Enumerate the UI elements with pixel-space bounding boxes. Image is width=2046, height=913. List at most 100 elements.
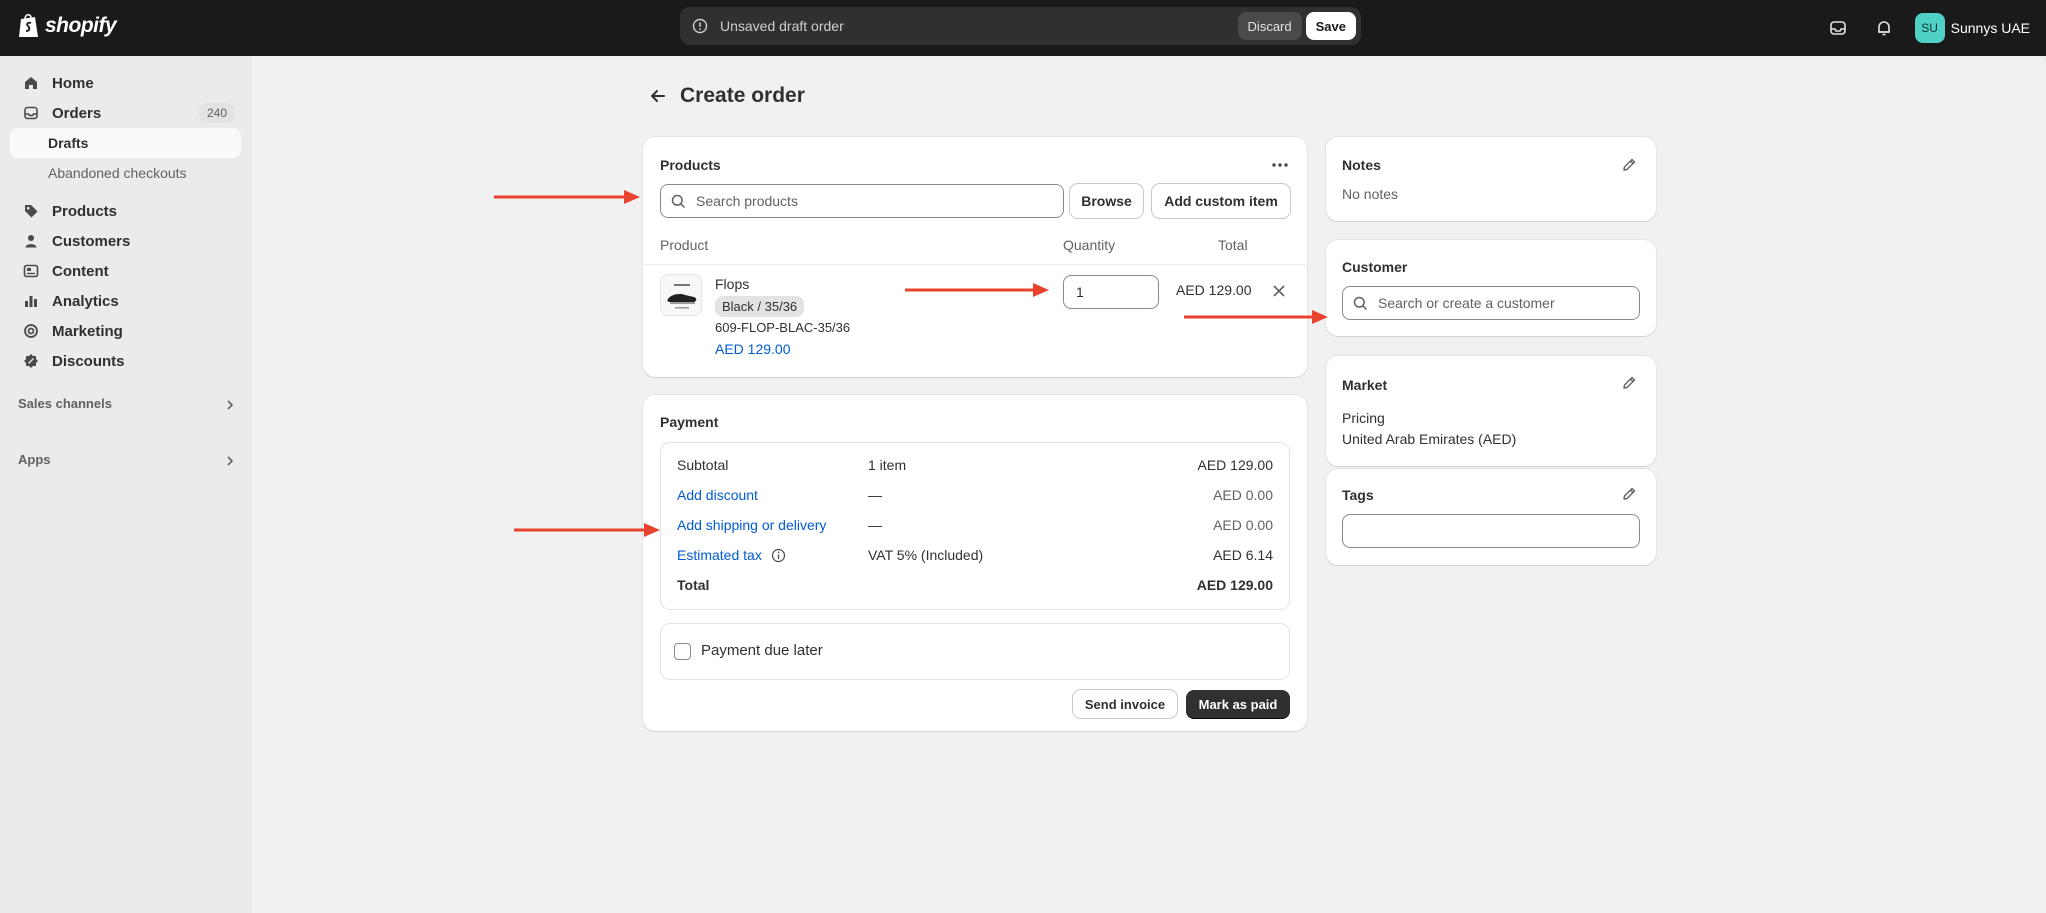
customer-card-title: Customer <box>1342 259 1408 275</box>
annotation-arrow-quantity <box>905 283 1049 297</box>
search-icon <box>1353 296 1368 310</box>
target-icon <box>22 322 40 340</box>
bell-icon[interactable] <box>1867 11 1901 45</box>
sidebar-item-marketing[interactable]: Marketing <box>10 316 241 346</box>
product-search-input[interactable]: Search products <box>660 184 1064 218</box>
discount-icon <box>22 352 40 370</box>
notes-card-title: Notes <box>1342 157 1381 173</box>
orders-count-badge: 240 <box>198 103 235 123</box>
info-icon[interactable] <box>771 548 786 563</box>
sidebar-item-label: Drafts <box>48 135 89 151</box>
close-icon[interactable] <box>1272 284 1286 298</box>
search-placeholder: Search or create a customer <box>1378 295 1555 311</box>
notes-card <box>1326 137 1656 221</box>
edit-tags-pencil-icon[interactable] <box>1621 486 1637 502</box>
sandal-image <box>667 284 697 309</box>
sidebar-item-label: Home <box>52 74 94 92</box>
bar-chart-icon <box>22 292 40 310</box>
sidebar-item-discounts[interactable]: Discounts <box>10 346 241 376</box>
sidebar-item-orders[interactable]: Orders 240 <box>10 98 241 128</box>
sidebar-item-label: Content <box>52 262 109 280</box>
inbox-tray-icon[interactable] <box>1821 11 1855 45</box>
quantity-input[interactable]: 1 <box>1063 275 1159 309</box>
payment-row-total: Total AED 129.00 <box>677 577 1273 597</box>
alert-circle-icon <box>692 18 708 34</box>
notes-value: No notes <box>1342 186 1399 202</box>
product-price-link[interactable]: AED 129.00 <box>715 341 791 357</box>
market-card-title: Market <box>1342 377 1388 393</box>
chevron-right-icon[interactable] <box>224 455 236 467</box>
payment-card-title: Payment <box>660 414 719 430</box>
sidebar-item-drafts[interactable]: Drafts <box>10 128 241 158</box>
sidebar-item-home[interactable]: Home <box>10 68 241 98</box>
apps-section[interactable]: Apps <box>18 452 51 467</box>
tag-icon <box>22 202 40 220</box>
mark-as-paid-button[interactable]: Mark as paid <box>1186 690 1290 718</box>
unsaved-changes-bar: Unsaved draft order Discard Save <box>680 7 1361 45</box>
avatar[interactable]: SU <box>1914 13 1945 43</box>
search-icon <box>671 194 686 208</box>
person-icon <box>22 232 40 250</box>
total-label: Total <box>677 577 710 593</box>
pricing-value: United Arab Emirates (AED) <box>1342 431 1517 447</box>
sidebar-item-analytics[interactable]: Analytics <box>10 286 241 316</box>
annotation-arrow-product-search <box>494 190 640 204</box>
sidebar-item-customers[interactable]: Customers <box>10 226 241 256</box>
variant-badge: Black / 35/36 <box>715 296 805 317</box>
sidebar-item-abandoned-checkouts[interactable]: Abandoned checkouts <box>10 158 241 188</box>
page-title: Create order <box>680 84 805 107</box>
save-button[interactable]: Save <box>1305 12 1356 40</box>
column-header-quantity: Quantity <box>1063 237 1116 253</box>
product-sku: 609-FLOP-BLAC-35/36 <box>715 320 851 335</box>
more-actions-icon[interactable] <box>1271 160 1289 170</box>
top-right-actions: SU Sunnys UAE <box>1821 11 2030 45</box>
shopify-logo[interactable]: shopify <box>18 13 117 39</box>
back-arrow-icon[interactable] <box>648 86 668 106</box>
column-header-product: Product <box>660 237 709 253</box>
discard-button[interactable]: Discard <box>1237 12 1302 40</box>
quantity-value: 1 <box>1076 284 1084 300</box>
edit-market-pencil-icon[interactable] <box>1621 375 1637 391</box>
annotation-arrow-customer <box>1184 310 1328 324</box>
page-heading: Create order <box>648 84 805 108</box>
sales-channels-section[interactable]: Sales channels <box>18 396 112 411</box>
sidebar-item-label: Customers <box>52 232 131 250</box>
sidebar-item-label: Analytics <box>52 292 119 310</box>
tags-card-title: Tags <box>1342 487 1374 503</box>
column-header-total: Total <box>1218 237 1248 253</box>
tags-input[interactable] <box>1342 514 1640 548</box>
store-name[interactable]: Sunnys UAE <box>1951 20 2030 36</box>
unsaved-message: Unsaved draft order <box>720 18 844 34</box>
send-invoice-button[interactable]: Send invoice <box>1073 690 1177 718</box>
inbox-icon <box>22 104 40 122</box>
estimated-tax-link[interactable]: Estimated tax <box>677 547 762 563</box>
tax-description: VAT 5% (Included) <box>868 547 984 563</box>
sidebar-item-label: Marketing <box>52 322 123 340</box>
top-bar: shopify Unsaved draft order Discard Save… <box>0 0 2046 56</box>
tax-amount: AED 6.14 <box>1213 547 1273 563</box>
products-card-title: Products <box>660 157 721 173</box>
sidebar-item-content[interactable]: Content <box>10 256 241 286</box>
discount-amount: AED 0.00 <box>1213 487 1273 503</box>
annotation-arrow-shipping <box>514 523 660 537</box>
payment-due-later-checkbox[interactable] <box>674 643 691 660</box>
edit-notes-pencil-icon[interactable] <box>1621 157 1637 173</box>
add-shipping-link[interactable]: Add shipping or delivery <box>677 517 826 533</box>
search-placeholder: Search products <box>696 193 798 209</box>
product-name: Flops <box>715 276 750 292</box>
sidebar-item-label: Discounts <box>52 352 125 370</box>
content-icon <box>22 262 40 280</box>
line-item-total: AED 129.00 <box>1176 282 1252 298</box>
payment-due-later-label[interactable]: Payment due later <box>701 642 823 659</box>
home-icon <box>22 74 40 92</box>
product-thumbnail <box>660 274 702 316</box>
payment-row-subtotal: Subtotal 1 item AED 129.00 <box>677 457 1273 477</box>
add-discount-link[interactable]: Add discount <box>677 487 758 503</box>
add-custom-item-button[interactable]: Add custom item <box>1152 184 1290 218</box>
browse-button[interactable]: Browse <box>1070 184 1143 218</box>
customer-search-input[interactable]: Search or create a customer <box>1342 286 1640 320</box>
sidebar-item-products[interactable]: Products <box>10 196 241 226</box>
chevron-right-icon[interactable] <box>224 399 236 411</box>
logo-text: shopify <box>45 14 117 37</box>
estimated-tax-label-wrap: Estimated tax <box>677 547 786 563</box>
